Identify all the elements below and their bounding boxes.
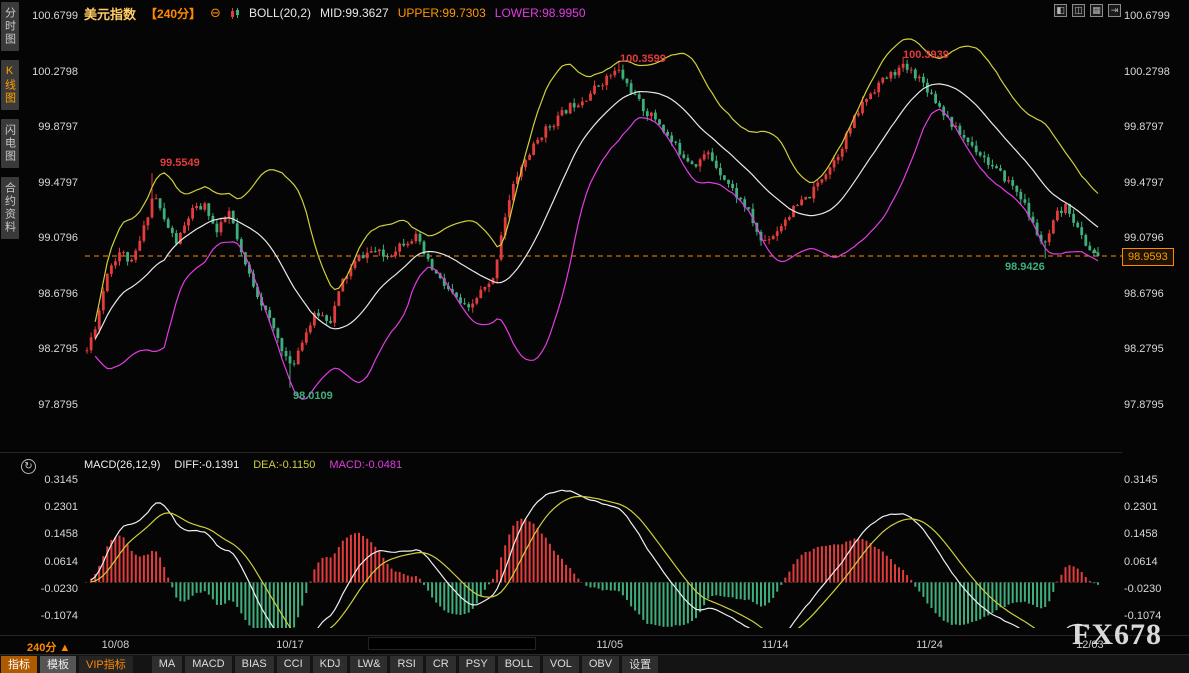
indicator-lw[interactable]: LW& <box>350 656 387 673</box>
date-axis-label: 11/14 <box>762 639 789 651</box>
price-axis-tick-right: 98.2795 <box>1124 343 1164 355</box>
date-axis-label: 10/08 <box>102 639 130 651</box>
tab-indicators[interactable]: 指标 <box>1 656 37 673</box>
last-price-badge: 98.9593 <box>1122 248 1174 266</box>
tab-time-chart[interactable]: 分时图 <box>1 2 19 51</box>
instrument-title: 美元指数 <box>84 4 136 23</box>
window-controls: ◧ ◫ ▦ ⇥ <box>1054 4 1121 17</box>
macd-axis-tick-left: -0.1074 <box>0 610 78 622</box>
price-axis-tick-left: 98.2795 <box>0 343 78 355</box>
price-axis-tick-left: 97.8795 <box>0 399 78 411</box>
tab-kline-chart[interactable]: K线图 <box>1 60 19 110</box>
last-price-value: 98.9593 <box>1128 251 1168 263</box>
indicator-cycle-icon[interactable]: ↻ <box>21 459 36 474</box>
timeframe-arrow-icon: ▲ <box>59 642 70 654</box>
boll-upper-label: UPPER:99.7303 <box>398 6 486 20</box>
macd-diff-label: DIFF:-0.1391 <box>174 459 239 471</box>
period-tag[interactable]: 【240分】 <box>145 5 201 22</box>
timeline-scrollbar-thumb[interactable] <box>368 637 536 650</box>
price-axis-tick-right: 100.6799 <box>1124 10 1170 22</box>
macd-axis-tick-left: 0.2301 <box>0 501 78 513</box>
tab-contract-info[interactable]: 合约资料 <box>1 177 19 239</box>
price-axis-tick-left: 98.6796 <box>0 288 78 300</box>
macd-axis-tick-left: -0.0230 <box>0 583 78 595</box>
timeframe-label: 240分 <box>27 642 56 654</box>
price-axis-tick-right: 99.8797 <box>1124 121 1164 133</box>
macd-axis-tick-left: 0.1458 <box>0 528 78 540</box>
date-axis-label: 11/24 <box>916 639 943 651</box>
indicator-bias[interactable]: BIAS <box>235 656 274 673</box>
macd-params-label[interactable]: MACD(26,12,9) <box>84 459 160 471</box>
indicator-cr[interactable]: CR <box>426 656 456 673</box>
macd-axis-tick-right: -0.0230 <box>1124 583 1161 595</box>
split-view-icon[interactable]: ◫ <box>1072 4 1085 17</box>
chart-type-sidebar: 分时图 K线图闪电图合约资料 <box>0 0 19 241</box>
price-axis-tick-right: 99.0796 <box>1124 232 1164 244</box>
price-axis-tick-right: 100.2798 <box>1124 66 1170 78</box>
indicator-macd[interactable]: MACD <box>185 656 231 673</box>
indicator-boll[interactable]: BOLL <box>498 656 540 673</box>
candlestick-chart[interactable] <box>0 0 1189 673</box>
tab-flash-chart[interactable]: 闪电图 <box>1 119 19 168</box>
date-axis-label: 11/05 <box>596 639 623 651</box>
swing-low-label: 98.0109 <box>293 390 333 402</box>
swing-high-label: 100.3939 <box>903 49 949 61</box>
macd-axis-tick-left: 0.0614 <box>0 556 78 568</box>
settings-button[interactable]: 设置 <box>622 656 658 673</box>
boll-mid-label: MID:99.3627 <box>320 6 389 20</box>
trading-terminal: 分时图 K线图闪电图合约资料 美元指数 【240分】 ⊖ BOLL(20,2) M… <box>0 0 1189 673</box>
timeframe-selector[interactable]: 240分 ▲ <box>27 639 70 655</box>
macd-axis-tick-left: 0.3145 <box>0 474 78 486</box>
price-axis-tick-right: 98.6796 <box>1124 288 1164 300</box>
price-axis-tick-right: 97.8795 <box>1124 399 1164 411</box>
grid-view-icon[interactable]: ▦ <box>1090 4 1103 17</box>
swing-high-label: 99.5549 <box>160 157 200 169</box>
macd-value-label: MACD:-0.0481 <box>329 459 402 471</box>
indicator-cci[interactable]: CCI <box>277 656 310 673</box>
indicator-obv[interactable]: OBV <box>582 656 619 673</box>
chart-header: 美元指数 【240分】 ⊖ BOLL(20,2) MID:99.3627 UPP… <box>84 5 586 21</box>
kline-icon <box>230 8 240 19</box>
indicator-kdj[interactable]: KDJ <box>313 656 348 673</box>
collapse-indicator-icon[interactable]: ⊖ <box>210 5 221 21</box>
date-axis-label: 10/17 <box>276 639 304 651</box>
indicator-rsi[interactable]: RSI <box>390 656 422 673</box>
split-left-icon[interactable]: ◧ <box>1054 4 1067 17</box>
indicator-psy[interactable]: PSY <box>459 656 495 673</box>
indicator-ma[interactable]: MA <box>152 656 183 673</box>
tab-template[interactable]: 模板 <box>40 656 76 673</box>
vip-indicators-button[interactable]: VIP指标 <box>79 656 133 673</box>
macd-axis-tick-right: 0.3145 <box>1124 474 1158 486</box>
swing-low-label: 98.9426 <box>1005 261 1045 273</box>
indicator-vol[interactable]: VOL <box>543 656 579 673</box>
swing-high-label: 100.3599 <box>620 53 666 65</box>
indicator-toolbar: 指标模板VIP指标 MAMACDBIASCCIKDJLW&RSICRPSYBOLL… <box>0 654 1189 673</box>
macd-dea-label: DEA:-0.1150 <box>253 459 315 471</box>
macd-axis-tick-right: -0.1074 <box>1124 610 1161 622</box>
macd-axis-tick-right: 0.0614 <box>1124 556 1158 568</box>
next-chart-icon[interactable]: ⇥ <box>1108 4 1121 17</box>
date-axis-label: 12/03 <box>1076 639 1104 651</box>
macd-header: MACD(26,12,9) DIFF:-0.1391 DEA:-0.1150 M… <box>84 459 402 471</box>
price-up-arrow-icon: ▲ <box>1090 245 1099 255</box>
macd-axis-tick-right: 0.1458 <box>1124 528 1158 540</box>
macd-axis-tick-right: 0.2301 <box>1124 501 1158 513</box>
boll-settings-label[interactable]: BOLL(20,2) <box>249 6 311 20</box>
boll-lower-label: LOWER:98.9950 <box>495 6 586 20</box>
price-axis-tick-right: 99.4797 <box>1124 177 1164 189</box>
